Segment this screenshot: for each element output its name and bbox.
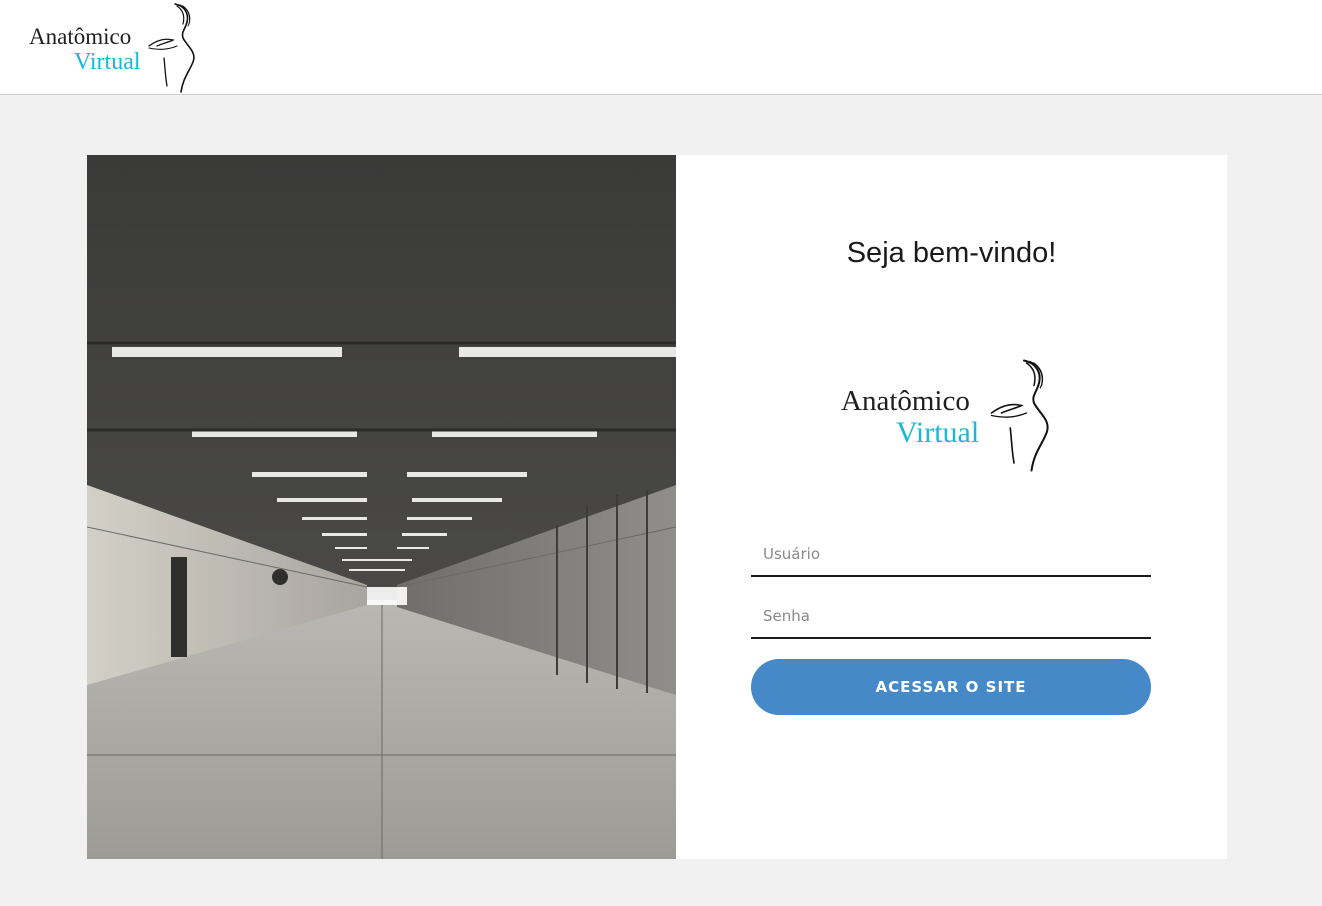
password-input[interactable] (751, 595, 1151, 639)
site-logo[interactable]: Anatômico Virtual (29, 2, 219, 94)
login-panel: Seja bem-vindo! Anatômico Virtual ACESSA… (676, 155, 1227, 859)
brand-logo: Anatômico Virtual (841, 358, 1066, 473)
female-silhouette-icon (148, 3, 195, 93)
logo-text-line1: Anatômico (29, 24, 132, 49)
logo-text-line2: Virtual (896, 416, 980, 449)
corridor-photo-illustration (87, 155, 676, 859)
logo-text-line1: Anatômico (841, 385, 970, 417)
login-button[interactable]: ACESSAR O SITE (751, 659, 1151, 715)
female-silhouette-icon (990, 359, 1049, 472)
login-card: Seja bem-vindo! Anatômico Virtual ACESSA… (87, 155, 1227, 859)
top-bar: Anatômico Virtual (0, 0, 1322, 95)
welcome-heading: Seja bem-vindo! (846, 237, 1057, 269)
logo-text-line2: Virtual (74, 49, 141, 75)
username-input[interactable] (751, 533, 1151, 577)
corridor-photo (87, 155, 676, 859)
